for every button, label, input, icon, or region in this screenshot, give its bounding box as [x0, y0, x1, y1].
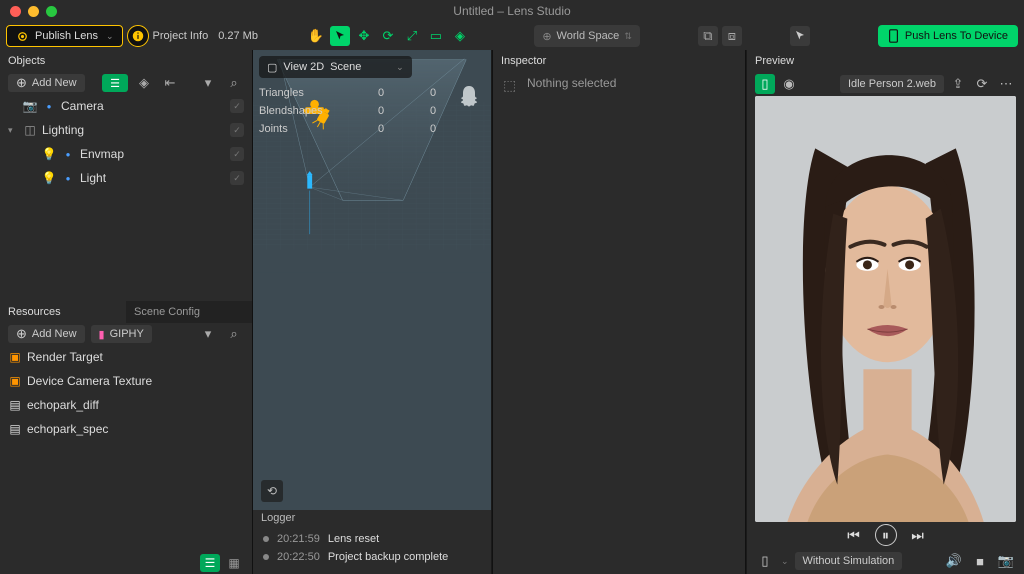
- resources-filter-icon[interactable]: ▾: [198, 324, 218, 344]
- log-dot-icon: [263, 536, 269, 542]
- inspector-title: Inspector: [501, 55, 737, 67]
- objects-header: Objects: [0, 50, 252, 72]
- resources-tab[interactable]: Resources: [0, 301, 126, 323]
- select-tool-icon[interactable]: [330, 26, 350, 46]
- push-to-device-button[interactable]: Push Lens To Device: [878, 25, 1018, 47]
- list-view-icon[interactable]: ☰: [200, 554, 220, 572]
- preview-panel: Preview ▯ ◉ Idle Person 2.web ⇪ ⟳ ⋯: [747, 50, 1024, 574]
- next-frame-button[interactable]: ⏭: [907, 524, 929, 546]
- giphy-button[interactable]: ▮GIPHY: [91, 325, 152, 343]
- cursor-mode-icon[interactable]: [790, 26, 810, 46]
- rect-tool-icon[interactable]: ▭: [426, 26, 446, 46]
- log-dot-icon: [263, 554, 269, 560]
- viewport-stats: Triangles00 Blendshapes00 Joints00: [259, 84, 459, 138]
- snap-toggle-icon[interactable]: ⧉: [698, 26, 718, 46]
- more-icon[interactable]: ⋯: [996, 74, 1016, 94]
- publish-lens-label: Publish Lens: [35, 30, 98, 42]
- objects-tree[interactable]: 📷● Camera ✓ ▾◫ Lighting ✓ 💡● Envmap ✓ 💡●…: [0, 94, 252, 301]
- viewport[interactable]: ▢ View 2D ⌄ Triangles00 Blendshapes00 Jo…: [253, 50, 491, 510]
- view-switcher[interactable]: ▢ View 2D ⌄: [259, 56, 412, 78]
- add-object-button[interactable]: ⊕Add New: [8, 74, 85, 92]
- add-resource-button[interactable]: ⊕Add New: [8, 325, 85, 343]
- center-area: ▢ View 2D ⌄ Triangles00 Blendshapes00 Jo…: [253, 50, 491, 574]
- scene-field[interactable]: [330, 61, 390, 73]
- inspector-empty: Nothing selected: [527, 76, 616, 90]
- left-sidebar: Objects ⊕Add New ☰ ◈ ⇤ ▾ ⌕ 📷● Camera ✓ ▾…: [0, 50, 252, 574]
- preview-webcam-icon[interactable]: ◉: [779, 74, 799, 94]
- viewport-orient-icon[interactable]: ⟲: [261, 480, 283, 502]
- resources-search-icon[interactable]: ⌕: [224, 324, 244, 344]
- preview-transport: ⏮ ⏸ ⏭: [747, 522, 1024, 548]
- worldspace-selector[interactable]: ⊕ World Space ⇅: [534, 25, 640, 47]
- audio-icon[interactable]: 🔊: [944, 551, 964, 571]
- grid-view-icon[interactable]: ▦: [224, 554, 244, 572]
- share-icon[interactable]: ⇪: [948, 74, 968, 94]
- visibility-toggle[interactable]: ✓: [230, 123, 244, 137]
- preview-title: Preview: [755, 55, 794, 67]
- logger-panel: Logger 20:21:59 Lens reset 20:22:50 Proj…: [253, 510, 491, 574]
- tree-item-envmap[interactable]: 💡● Envmap ✓: [0, 142, 252, 166]
- resource-device-camera[interactable]: ▣Device Camera Texture: [0, 369, 252, 393]
- transform-tool-icon[interactable]: ◈: [450, 26, 470, 46]
- main-toolbar: Publish Lens ⌄ Project Info 0.27 Mb ✋ ✥ …: [0, 22, 1024, 50]
- visibility-toggle[interactable]: ✓: [230, 171, 244, 185]
- minimize-window-button[interactable]: [28, 6, 39, 17]
- tree-item-lighting[interactable]: ▾◫ Lighting ✓: [0, 118, 252, 142]
- window-title: Untitled – Lens Studio: [0, 4, 1024, 18]
- snapchat-ghost-icon: [457, 84, 481, 112]
- hierarchy-view-icon[interactable]: ☰: [102, 74, 128, 92]
- resource-echopark-spec[interactable]: ▤echopark_spec: [0, 417, 252, 441]
- snapshot-icon[interactable]: 📷: [996, 551, 1016, 571]
- rotate-tool-icon[interactable]: ⟳: [378, 26, 398, 46]
- pan-tool-icon[interactable]: ✋: [306, 26, 326, 46]
- preview-device-icon[interactable]: ▯: [755, 74, 775, 94]
- logger-line: 20:21:59 Lens reset: [253, 530, 491, 548]
- refresh-icon[interactable]: ⟳: [972, 74, 992, 94]
- resource-render-target[interactable]: ▣Render Target: [0, 345, 252, 369]
- move-tool-icon[interactable]: ✥: [354, 26, 374, 46]
- cube-icon: ⬚: [503, 77, 519, 93]
- simulation-select[interactable]: Without Simulation: [795, 552, 903, 570]
- inspector-panel: Inspector ⬚ Nothing selected: [492, 50, 746, 574]
- scene-config-tab[interactable]: Scene Config: [126, 301, 252, 323]
- filter-icon[interactable]: ▾: [198, 73, 218, 93]
- layer-icon[interactable]: ◈: [134, 73, 154, 93]
- preview-source-select[interactable]: Idle Person 2.web: [840, 75, 944, 93]
- tree-item-light[interactable]: 💡● Light ✓: [0, 166, 252, 190]
- resource-echopark-diff[interactable]: ▤echopark_diff: [0, 393, 252, 417]
- device-orient-icon[interactable]: ▯: [755, 551, 775, 571]
- project-info-label: Project Info: [153, 30, 209, 42]
- visibility-toggle[interactable]: ✓: [230, 147, 244, 161]
- scale-tool-icon[interactable]: ⤢: [402, 26, 422, 46]
- tree-item-camera[interactable]: 📷● Camera ✓: [0, 94, 252, 118]
- mac-titlebar: Untitled – Lens Studio: [0, 0, 1024, 22]
- visibility-toggle[interactable]: ✓: [230, 99, 244, 113]
- push-label: Push Lens To Device: [905, 30, 1008, 42]
- resources-tree[interactable]: ▣Render Target ▣Device Camera Texture ▤e…: [0, 345, 252, 552]
- camera-record-icon[interactable]: ■: [970, 551, 990, 571]
- prev-frame-button[interactable]: ⏮: [843, 524, 865, 546]
- worldspace-label: World Space: [557, 30, 620, 42]
- search-icon[interactable]: ⌕: [224, 73, 244, 93]
- snap-settings-icon[interactable]: ⧈: [722, 26, 742, 46]
- collapse-icon[interactable]: ⇤: [160, 73, 180, 93]
- logger-line: 20:22:50 Project backup complete: [253, 548, 491, 566]
- project-info-button[interactable]: [127, 25, 149, 47]
- project-size-label: 0.27 Mb: [218, 30, 258, 42]
- resources-tabs: Resources Scene Config: [0, 301, 252, 323]
- close-window-button[interactable]: [10, 6, 21, 17]
- publish-lens-button[interactable]: Publish Lens ⌄: [6, 25, 123, 47]
- pause-button[interactable]: ⏸: [875, 524, 897, 546]
- logger-title: Logger: [253, 510, 491, 530]
- objects-title: Objects: [8, 55, 244, 67]
- maximize-window-button[interactable]: [46, 6, 57, 17]
- preview-canvas[interactable]: [755, 96, 1016, 522]
